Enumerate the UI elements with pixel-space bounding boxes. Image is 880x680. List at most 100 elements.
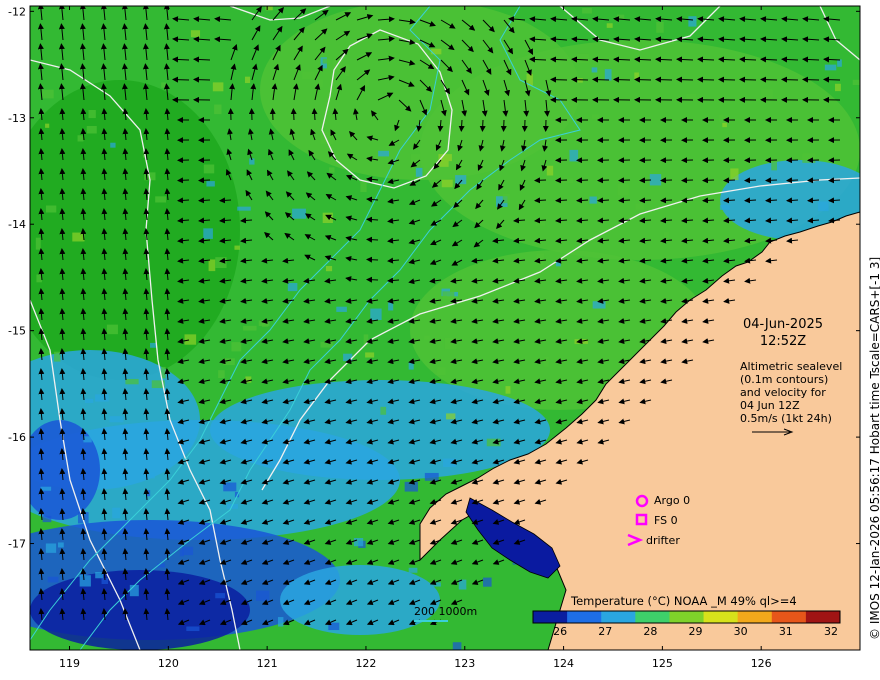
velocity-arrow [744,177,757,184]
sst-pixel [439,160,449,167]
sst-pixel [83,436,92,443]
sst-pixel [186,626,200,632]
velocity-arrow [458,119,465,132]
lat-tick-label: -12 [8,5,26,18]
velocity-arrow [702,177,715,184]
sst-pixel [320,341,334,348]
sst-pixel [722,122,727,128]
sst-pixel [544,70,553,80]
velocity-arrow [576,177,589,184]
sst-pixel [824,64,837,71]
sst-pixel [141,472,155,479]
sst-pixel [54,351,61,362]
sst-pixel [591,114,599,119]
sst-pixel [576,53,589,63]
sst-pixel [802,153,816,163]
velocity-arrow [739,76,757,83]
altimetry-line-1: Altimetric sealevel [740,360,843,373]
sst-pixel [535,220,546,226]
velocity-arrow [676,76,694,83]
velocity-arrow [571,76,589,83]
velocity-arrow [760,76,778,83]
sst-pixel [287,283,298,292]
sst-pixel [42,515,52,523]
sst-pixel [536,253,545,265]
velocity-arrow [634,76,652,83]
sst-pixel [446,413,456,420]
velocity-arrow [781,76,799,83]
sst-pixel [57,542,64,548]
velocity-arrow [172,76,190,83]
sst-pixel [424,335,430,340]
sst-pixel [380,406,387,415]
sst-pixel [577,78,583,83]
sst-pixel [112,507,121,519]
sst-pixel [179,549,184,557]
velocity-arrow [681,177,694,184]
colorbar-title: Temperature (°C) NOAA _M 49% ql>=4 [571,594,797,608]
sst-pixel [430,48,442,55]
sst-pixel [663,232,669,238]
sst-pixel [88,109,96,119]
colorbar-tick-label: 29 [688,625,703,638]
sst-pixel [302,71,315,80]
sst-pixel [360,180,367,193]
velocity-arrow [823,76,841,83]
lon-tick-label: 124 [553,657,574,670]
colorbar-segment [567,611,602,623]
lat-tick-label: -14 [8,218,26,231]
sst-pixel [215,593,226,599]
legend-fs: FS 0 [654,514,678,527]
sst-pixel [45,543,57,553]
sst-pixel [329,167,335,173]
colorbar-segment [771,611,807,623]
lat-tick-label: -15 [8,325,26,338]
sst-pixel [85,398,94,403]
sst-pixel [835,83,841,92]
sst-pixel [635,203,645,210]
velocity-arrow [765,177,778,184]
sst-pixel [95,571,104,579]
sst-pixel [441,179,453,188]
colorbar-segment [703,611,739,623]
velocity-arrow [723,177,736,184]
lat-tick-label: -17 [8,538,26,551]
colorbar-tick-label: 30 [733,625,748,638]
velocity-arrow [550,76,568,83]
sst-pixel [214,104,222,115]
velocity-arrow [639,177,652,184]
velocity-arrow [613,76,631,83]
sst-pixel [408,567,418,573]
legend-drifter: drifter [646,534,680,547]
sst-pixel [634,72,639,80]
sst-pixel [404,481,418,492]
sst-pixel [606,23,613,28]
velocity-arrow [366,236,379,243]
sst-pixel [328,622,340,631]
time-line: 12:52Z [759,334,807,349]
legend-argo: Argo 0 [654,494,690,507]
sst-pixel [77,135,84,142]
sst-pixel [79,575,91,587]
velocity-arrow [479,119,486,132]
sst-pixel [40,486,52,491]
sst-patch [280,565,440,635]
sst-pixel [591,67,598,73]
altimetry-line-5: 0.5m/s (1kt 24h) [740,412,832,425]
colorbar-segment [737,611,773,623]
sst-pixel [616,14,625,20]
legend-fs-label: FS 0 [654,514,678,527]
velocity-arrow [618,177,631,184]
altimetry-note: Altimetric sealevel (0.1m contours) and … [740,360,850,425]
sst-pixel [223,482,237,492]
sst-pixel [443,458,457,467]
sst-pixel [415,167,423,177]
colorbar-tick-label: 27 [598,625,613,638]
velocity-arrow [555,177,568,184]
sst-pixel [388,302,394,311]
sst-pixel [234,245,240,250]
sst-pixel [161,82,166,88]
sst-pixel [761,89,773,99]
altimetry-line-2: (0.1m contours) [740,373,829,386]
velocity-arrow [660,177,673,184]
